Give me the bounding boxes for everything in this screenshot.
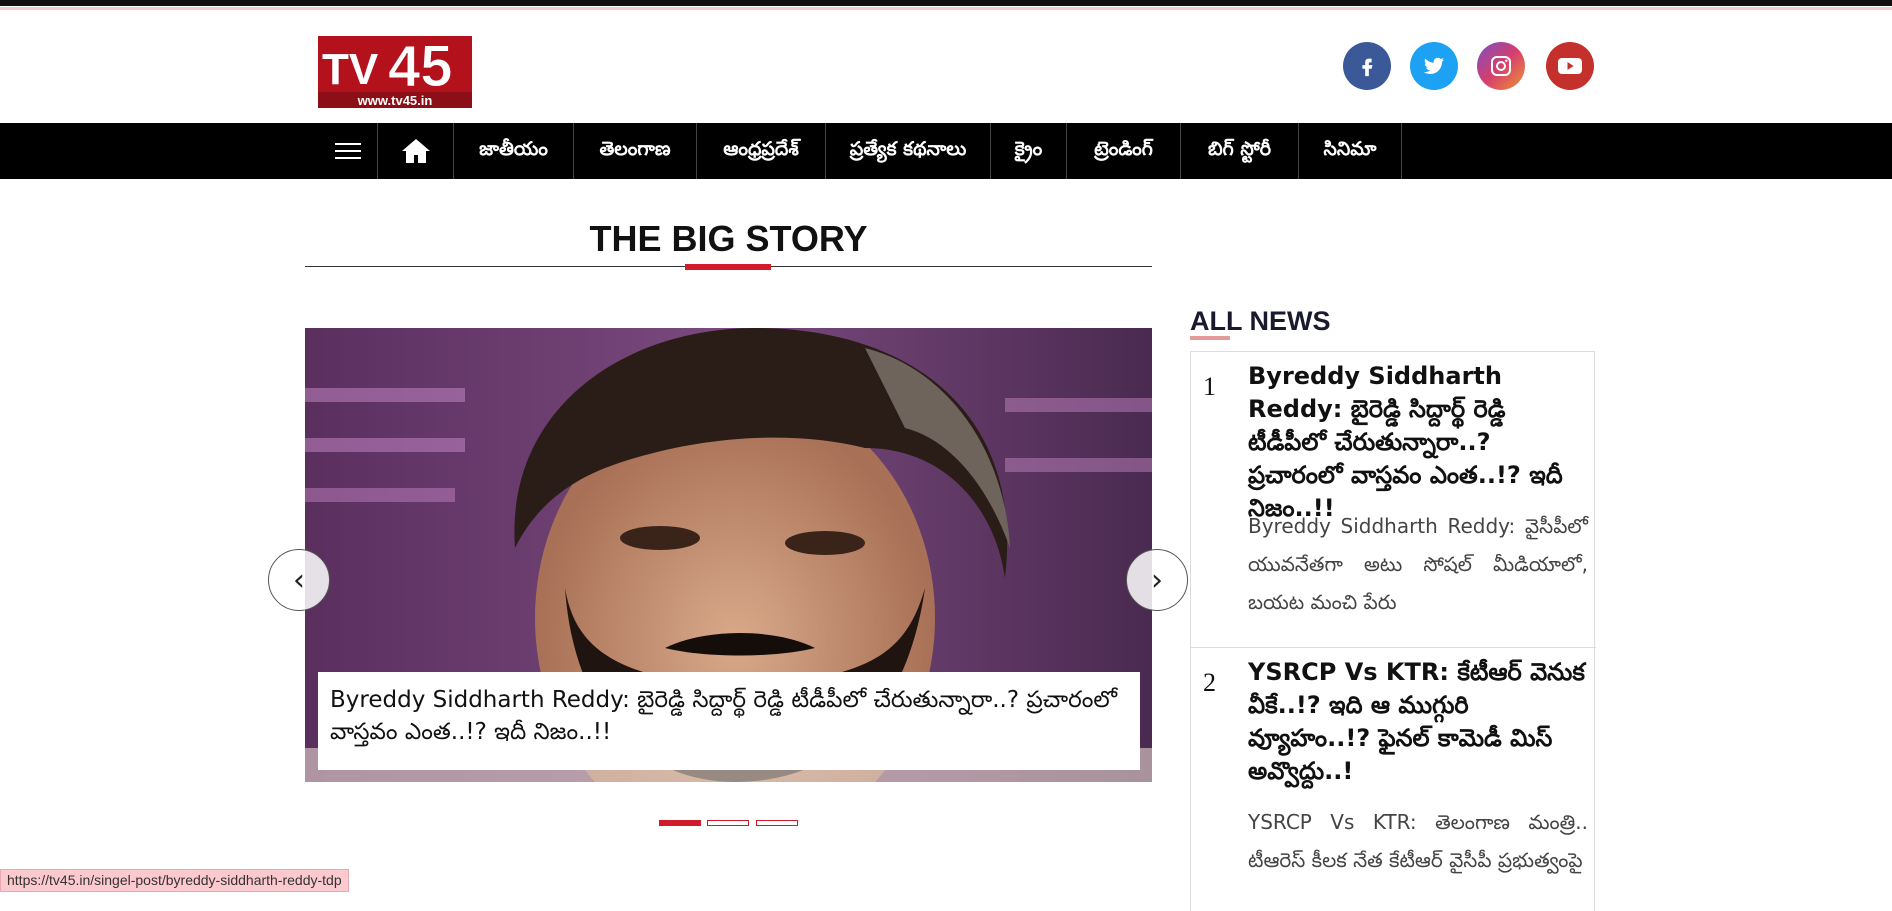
all-news-list: 1 Byreddy Siddharth Reddy: బైరెడ్డి సిద్…	[1190, 351, 1596, 911]
top-border	[0, 0, 1892, 10]
big-story-title: THE BIG STORY	[589, 218, 868, 259]
nav-item-andhra-pradesh[interactable]: ఆంధ్రప్రదేశ్	[697, 123, 826, 179]
main-nav: జాతీయం తెలంగాణ ఆంధ్రప్రదేశ్ ప్రత్యేక కథన…	[0, 123, 1892, 179]
facebook-icon[interactable]	[1343, 42, 1391, 90]
slider-dot-2[interactable]	[707, 820, 749, 826]
slider-prev-button[interactable]: ‹	[268, 549, 330, 611]
nav-item-telangana[interactable]: తెలంగాణ	[574, 123, 697, 179]
news-number: 2	[1203, 668, 1216, 697]
nav-item-national[interactable]: జాతీయం	[454, 123, 574, 179]
home-icon	[401, 139, 430, 163]
slider-dot-3[interactable]	[756, 820, 798, 826]
youtube-icon[interactable]	[1546, 42, 1594, 90]
instagram-icon[interactable]	[1477, 42, 1525, 90]
title-accent-bar	[685, 264, 771, 270]
site-header: TV 45 www.tv45.in	[0, 10, 1892, 123]
tv45-logo[interactable]: TV 45 www.tv45.in	[318, 30, 472, 116]
logo-url-text: www.tv45.in	[357, 93, 433, 108]
svg-text:45: 45	[388, 34, 453, 99]
news-title[interactable]: YSRCP Vs KTR: కేటీఆర్ వెనుక వీకే..!? ఇది…	[1248, 656, 1588, 788]
nav-item-cinema[interactable]: సినిమా	[1299, 123, 1402, 179]
status-bar-url: https://tv45.in/singel-post/byreddy-sidd…	[0, 869, 349, 892]
svg-text:TV: TV	[322, 45, 379, 94]
slider-next-button[interactable]: ›	[1126, 549, 1188, 611]
slider-dot-1[interactable]	[659, 820, 701, 826]
nav-item-big-story[interactable]: బిగ్ స్టోరీ	[1181, 123, 1299, 179]
all-news-accent	[1190, 336, 1230, 340]
big-story-slider[interactable]: Byreddy Siddharth Reddy: బైరెడ్డి సిద్దా…	[305, 328, 1152, 782]
nav-item-crime[interactable]: క్రైం	[991, 123, 1067, 179]
all-news-title: ALL NEWS	[1190, 306, 1331, 336]
news-description: Byreddy Siddharth Reddy: వైసీపీలో యువనేత…	[1248, 514, 1588, 614]
story-caption[interactable]: Byreddy Siddharth Reddy: బైరెడ్డి సిద్దా…	[318, 672, 1140, 770]
news-number: 1	[1203, 372, 1216, 401]
news-description: YSRCP Vs KTR: తెలంగాణ మంత్రి.. టీఆరెస్ క…	[1248, 810, 1588, 872]
news-title[interactable]: Byreddy Siddharth Reddy: బైరెడ్డి సిద్దా…	[1248, 360, 1588, 525]
twitter-icon[interactable]	[1410, 42, 1458, 90]
home-button[interactable]	[378, 123, 454, 179]
nav-item-special-stories[interactable]: ప్రత్యేక కథనాలు	[826, 123, 991, 179]
list-item[interactable]: 1 Byreddy Siddharth Reddy: బైరెడ్డి సిద్…	[1191, 352, 1596, 648]
menu-button[interactable]	[318, 123, 378, 179]
nav-item-trending[interactable]: ట్రెండింగ్	[1067, 123, 1181, 179]
hamburger-icon	[334, 143, 361, 159]
list-item[interactable]: 2 YSRCP Vs KTR: కేటీఆర్ వెనుక వీకే..!? ఇ…	[1191, 648, 1596, 908]
